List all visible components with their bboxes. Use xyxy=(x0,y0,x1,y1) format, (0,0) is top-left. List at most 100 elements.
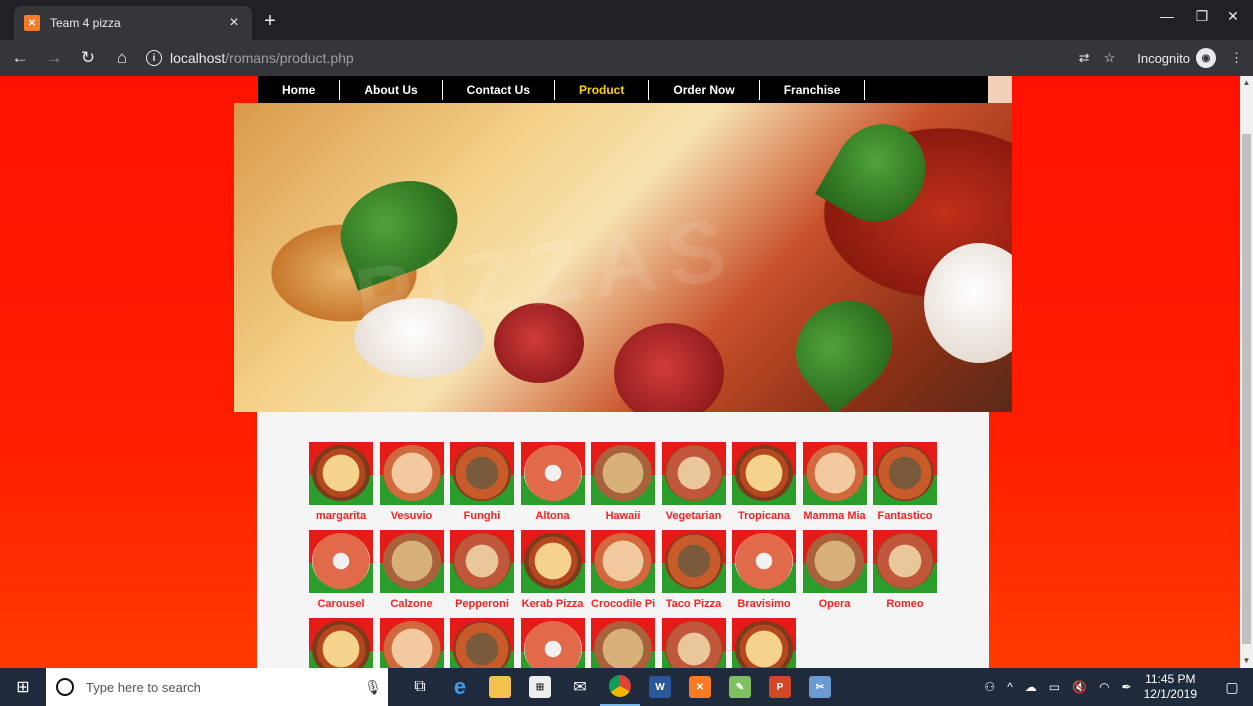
pizza-image[interactable] xyxy=(450,530,514,593)
product-card[interactable]: Crocodile Pizza xyxy=(591,530,655,612)
product-name[interactable]: Kerab Pizza xyxy=(521,598,585,612)
pizza-image[interactable] xyxy=(802,530,867,593)
pizza-image[interactable] xyxy=(379,618,444,668)
pizza-image[interactable] xyxy=(732,618,796,668)
scroll-down-icon[interactable]: ▼ xyxy=(1240,654,1253,668)
product-name[interactable]: Bravisimo xyxy=(732,598,796,612)
new-tab-icon[interactable]: + xyxy=(260,10,280,33)
pizza-image[interactable] xyxy=(520,442,585,505)
chrome-icon[interactable] xyxy=(600,668,640,706)
product-card[interactable]: Romeo xyxy=(873,530,937,612)
nav-item-franchise[interactable]: Franchise xyxy=(760,79,866,100)
xampp-icon[interactable]: ✕ xyxy=(680,668,720,706)
product-name[interactable]: Romeo xyxy=(873,598,937,612)
show-hidden-icon[interactable]: ^ xyxy=(1007,680,1013,694)
pizza-image[interactable] xyxy=(450,618,514,668)
product-card[interactable] xyxy=(661,618,726,668)
store-icon[interactable]: ⊞ xyxy=(520,668,560,706)
bookmark-star-icon[interactable]: ☆ xyxy=(1104,50,1116,66)
product-name[interactable]: Crocodile Pizza xyxy=(591,598,655,612)
product-card[interactable]: Mamma Mia xyxy=(802,442,867,524)
product-card[interactable] xyxy=(450,618,514,668)
pizza-image[interactable] xyxy=(591,442,655,505)
pizza-image[interactable] xyxy=(732,530,796,593)
battery-icon[interactable]: ▭ xyxy=(1049,680,1060,694)
forward-icon[interactable]: → xyxy=(40,48,68,68)
product-name[interactable]: Tropicana xyxy=(732,510,796,524)
product-card[interactable]: Pepperoni xyxy=(450,530,514,612)
page-scrollbar[interactable]: ▲ ▼ xyxy=(1240,76,1253,668)
product-name[interactable]: Vegetarian xyxy=(662,510,726,524)
file-explorer-icon[interactable] xyxy=(480,668,520,706)
product-name[interactable]: Carousel xyxy=(309,598,373,612)
product-card[interactable]: Vesuvio xyxy=(379,442,444,524)
close-window-icon[interactable]: ✕ xyxy=(1218,8,1248,25)
pizza-image[interactable] xyxy=(661,442,726,505)
powerpoint-icon[interactable]: P xyxy=(760,668,800,706)
pizza-image[interactable] xyxy=(873,442,937,505)
task-view-icon[interactable]: ⧉ xyxy=(400,668,440,706)
product-card[interactable]: margarita xyxy=(309,442,373,524)
restore-icon[interactable]: ❐ xyxy=(1187,8,1217,25)
pizza-image[interactable] xyxy=(379,530,444,593)
notepad-icon[interactable]: ✎ xyxy=(720,668,760,706)
pizza-image[interactable] xyxy=(379,442,444,505)
product-card[interactable] xyxy=(309,618,373,668)
product-name[interactable]: Vesuvio xyxy=(380,510,444,524)
browser-tab[interactable]: ✕ Team 4 pizza × xyxy=(14,6,252,40)
pen-icon[interactable]: ✒ xyxy=(1122,680,1132,694)
scroll-up-icon[interactable]: ▲ xyxy=(1240,76,1253,90)
nav-item-home[interactable]: Home xyxy=(258,79,341,100)
microphone-icon[interactable]: 🎙 xyxy=(358,679,388,696)
menu-icon[interactable]: ⋮ xyxy=(1230,50,1243,66)
product-card[interactable]: Bravisimo xyxy=(732,530,796,612)
nav-item-product[interactable]: Product xyxy=(555,79,650,100)
minimize-icon[interactable]: — xyxy=(1152,8,1182,24)
product-name[interactable]: Mamma Mia xyxy=(803,510,867,524)
product-name[interactable]: Taco Pizza xyxy=(662,598,726,612)
product-card[interactable]: Calzone xyxy=(379,530,444,612)
taskbar-search[interactable]: Type here to search 🎙 xyxy=(46,668,388,706)
pizza-image[interactable] xyxy=(732,442,796,505)
product-name[interactable]: Pepperoni xyxy=(450,598,514,612)
product-card[interactable]: Tropicana xyxy=(732,442,796,524)
reload-icon[interactable]: ↻ xyxy=(74,48,102,68)
mail-icon[interactable]: ✉ xyxy=(560,668,600,706)
scroll-thumb[interactable] xyxy=(1242,134,1251,644)
product-card[interactable]: Carousel xyxy=(309,530,373,612)
pizza-image[interactable] xyxy=(591,530,655,593)
pizza-image[interactable] xyxy=(661,530,726,593)
pizza-image[interactable] xyxy=(661,618,726,668)
people-icon[interactable]: ⚇ xyxy=(984,680,995,694)
windows-start-icon[interactable]: ⊞ xyxy=(0,668,46,706)
address-bar[interactable]: i localhost/romans/product.php xyxy=(146,44,1096,72)
product-card[interactable] xyxy=(520,618,585,668)
nav-item-order-now[interactable]: Order Now xyxy=(649,79,760,100)
wifi-icon[interactable]: ◠ xyxy=(1099,680,1109,694)
edge-icon[interactable]: e xyxy=(440,668,480,706)
product-card[interactable]: Vegetarian xyxy=(661,442,726,524)
translate-icon[interactable]: ⇄ xyxy=(1079,50,1090,66)
product-card[interactable]: Hawaii xyxy=(591,442,655,524)
product-card[interactable]: Opera xyxy=(802,530,867,612)
volume-mute-icon[interactable]: 🔇 xyxy=(1072,680,1087,694)
product-card[interactable]: Taco Pizza xyxy=(661,530,726,612)
product-card[interactable] xyxy=(379,618,444,668)
pizza-image[interactable] xyxy=(520,530,585,593)
word-icon[interactable]: W xyxy=(640,668,680,706)
product-name[interactable]: Altona xyxy=(521,510,585,524)
pizza-image[interactable] xyxy=(309,618,373,668)
product-name[interactable]: Fantastico xyxy=(873,510,937,524)
back-icon[interactable]: ← xyxy=(6,48,34,68)
pizza-image[interactable] xyxy=(873,530,937,593)
pizza-image[interactable] xyxy=(520,618,585,668)
action-center-icon[interactable]: ▢ xyxy=(1217,679,1247,696)
product-card[interactable]: Kerab Pizza xyxy=(520,530,585,612)
home-icon[interactable]: ⌂ xyxy=(108,48,136,68)
pizza-image[interactable] xyxy=(450,442,514,505)
product-card[interactable] xyxy=(732,618,796,668)
incognito-icon[interactable]: ◉ xyxy=(1196,48,1216,68)
pizza-image[interactable] xyxy=(591,618,655,668)
close-tab-icon[interactable]: × xyxy=(226,14,242,32)
pizza-image[interactable] xyxy=(309,530,373,593)
